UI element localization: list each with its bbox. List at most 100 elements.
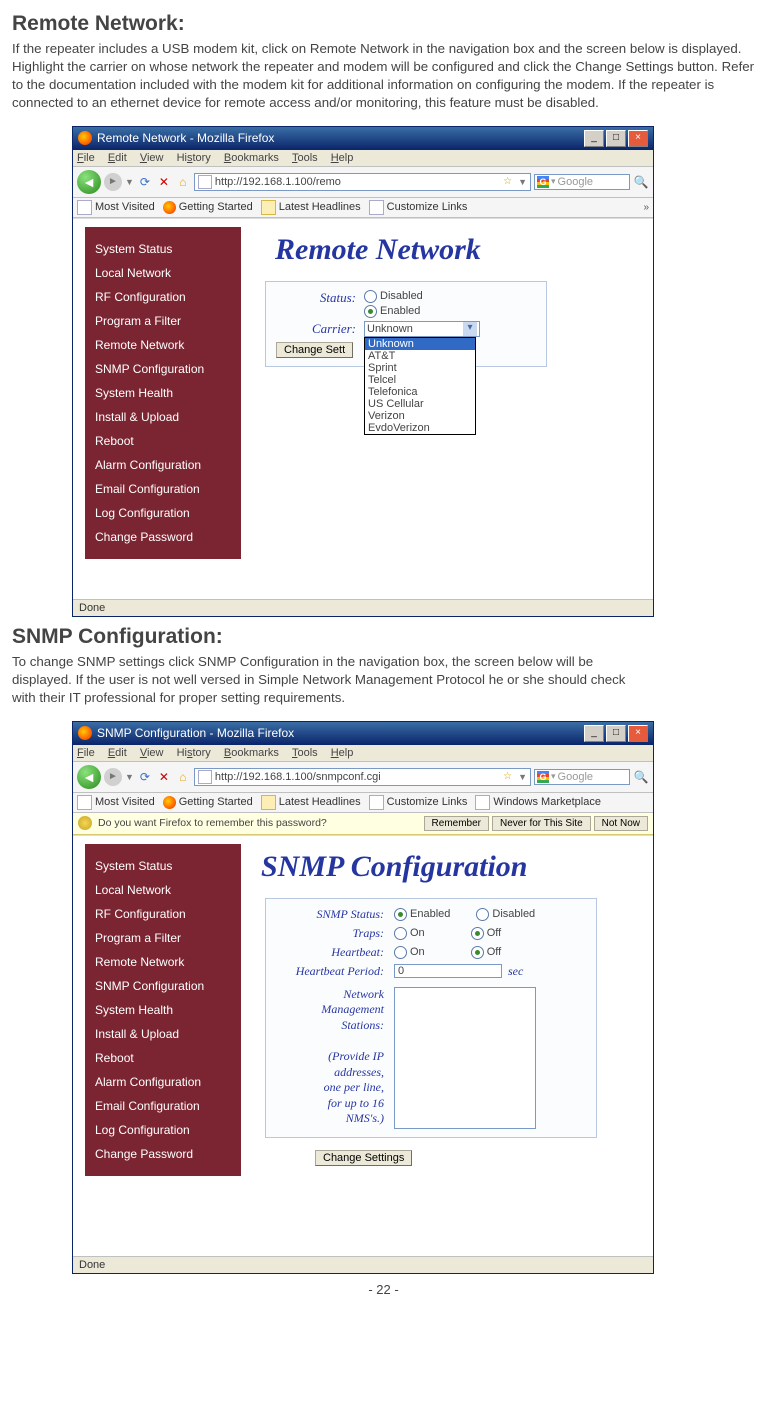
sidebar-item[interactable]: Program a Filter: [85, 309, 241, 333]
sidebar-item[interactable]: Remote Network: [85, 333, 241, 357]
back-button[interactable]: ◄: [77, 170, 101, 194]
home-button[interactable]: ⌂: [175, 174, 191, 190]
forward-button[interactable]: ►: [104, 173, 122, 191]
search-go-icon[interactable]: 🔍: [633, 769, 649, 785]
firefox-icon: [78, 131, 92, 145]
sidebar-item[interactable]: Log Configuration: [85, 1118, 241, 1142]
menu-history[interactable]: History: [177, 747, 211, 759]
sidebar-item[interactable]: Email Configuration: [85, 1094, 241, 1118]
url-bar[interactable]: http://192.168.1.100/remo ☆ ▼: [194, 173, 531, 191]
bm-getting-started[interactable]: Getting Started: [163, 796, 253, 809]
sidebar-item[interactable]: Alarm Configuration: [85, 1070, 241, 1094]
menu-file[interactable]: File: [77, 747, 95, 759]
minimize-button[interactable]: _: [584, 130, 604, 147]
carrier-option[interactable]: Sprint: [365, 362, 475, 374]
radio-snmp-enabled[interactable]: [394, 908, 407, 921]
carrier-option[interactable]: AT&T: [365, 350, 475, 362]
menu-help[interactable]: Help: [331, 152, 354, 164]
radio-heartbeat-on[interactable]: [394, 946, 407, 959]
forward-button[interactable]: ►: [104, 768, 122, 786]
change-settings-button[interactable]: Change Sett: [276, 342, 353, 358]
carrier-option[interactable]: US Cellular: [365, 398, 475, 410]
sidebar-item[interactable]: Log Configuration: [85, 501, 241, 525]
carrier-option[interactable]: Verizon: [365, 410, 475, 422]
menu-history[interactable]: History: [177, 152, 211, 164]
menu-bookmarks[interactable]: Bookmarks: [224, 747, 279, 759]
search-go-icon[interactable]: 🔍: [633, 174, 649, 190]
radio-traps-off[interactable]: [471, 927, 484, 940]
sidebar-item[interactable]: SNMP Configuration: [85, 357, 241, 381]
sidebar-item[interactable]: Local Network: [85, 261, 241, 285]
bm-getting-started[interactable]: Getting Started: [163, 201, 253, 214]
bookmark-star-icon[interactable]: ☆: [503, 771, 512, 782]
bm-customize-links[interactable]: Customize Links: [369, 200, 468, 215]
change-settings-button[interactable]: Change Settings: [315, 1150, 412, 1166]
sidebar-item[interactable]: Alarm Configuration: [85, 453, 241, 477]
sidebar-item[interactable]: Email Configuration: [85, 477, 241, 501]
sidebar-item[interactable]: Install & Upload: [85, 1022, 241, 1046]
bm-latest-headlines[interactable]: Latest Headlines: [261, 200, 361, 215]
sidebar-item[interactable]: Change Password: [85, 1142, 241, 1166]
sidebar-item[interactable]: System Status: [85, 237, 241, 261]
radio-traps-on[interactable]: [394, 927, 407, 940]
menu-edit[interactable]: Edit: [108, 152, 127, 164]
sidebar-item[interactable]: Reboot: [85, 1046, 241, 1070]
menu-help[interactable]: Help: [331, 747, 354, 759]
snmp-status-label: SNMP Status:: [276, 907, 394, 922]
home-button[interactable]: ⌂: [175, 769, 191, 785]
sidebar-item[interactable]: System Status: [85, 854, 241, 878]
sidebar-item[interactable]: Reboot: [85, 429, 241, 453]
sidebar-item[interactable]: SNMP Configuration: [85, 974, 241, 998]
reload-button[interactable]: ⟳: [137, 174, 153, 190]
sidebar-item[interactable]: Remote Network: [85, 950, 241, 974]
sidebar-item[interactable]: RF Configuration: [85, 285, 241, 309]
url-bar[interactable]: http://192.168.1.100/snmpconf.cgi ☆ ▼: [194, 768, 531, 786]
bookmark-star-icon[interactable]: ☆: [503, 176, 512, 187]
radio-heartbeat-off[interactable]: [471, 946, 484, 959]
not-now-button[interactable]: Not Now: [594, 816, 648, 831]
nms-textarea[interactable]: [394, 987, 536, 1129]
radio-disabled[interactable]: [364, 290, 377, 303]
bm-latest-headlines[interactable]: Latest Headlines: [261, 795, 361, 810]
menu-tools[interactable]: Tools: [292, 152, 318, 164]
close-button[interactable]: ×: [628, 130, 648, 147]
bm-customize-links[interactable]: Customize Links: [369, 795, 468, 810]
heartbeat-period-input[interactable]: 0: [394, 964, 502, 978]
sidebar-item[interactable]: Program a Filter: [85, 926, 241, 950]
sidebar-item[interactable]: RF Configuration: [85, 902, 241, 926]
sidebar-item[interactable]: Local Network: [85, 878, 241, 902]
menu-edit[interactable]: Edit: [108, 747, 127, 759]
menu-tools[interactable]: Tools: [292, 747, 318, 759]
minimize-button[interactable]: _: [584, 725, 604, 742]
search-box[interactable]: G ▾ Google: [534, 174, 630, 190]
menu-view[interactable]: View: [140, 747, 164, 759]
sidebar-item[interactable]: Change Password: [85, 525, 241, 549]
sidebar-item[interactable]: Install & Upload: [85, 405, 241, 429]
stop-button[interactable]: ✕: [156, 769, 172, 785]
maximize-button[interactable]: □: [606, 725, 626, 742]
radio-enabled[interactable]: [364, 305, 377, 318]
sidebar-item[interactable]: System Health: [85, 381, 241, 405]
bm-windows-marketplace[interactable]: Windows Marketplace: [475, 795, 601, 810]
carrier-option[interactable]: EvdoVerizon: [365, 422, 475, 434]
search-box[interactable]: G ▾ Google: [534, 769, 630, 785]
reload-button[interactable]: ⟳: [137, 769, 153, 785]
carrier-option[interactable]: Telcel: [365, 374, 475, 386]
carrier-select[interactable]: Unknown ▾: [364, 321, 480, 337]
menu-view[interactable]: View: [140, 152, 164, 164]
carrier-option[interactable]: Unknown: [365, 338, 475, 350]
radio-snmp-disabled[interactable]: [476, 908, 489, 921]
menu-file[interactable]: File: [77, 152, 95, 164]
back-button[interactable]: ◄: [77, 765, 101, 789]
carrier-option[interactable]: Telefonica: [365, 386, 475, 398]
maximize-button[interactable]: □: [606, 130, 626, 147]
never-button[interactable]: Never for This Site: [492, 816, 591, 831]
bookmarks-overflow-icon[interactable]: »: [643, 202, 649, 213]
sidebar-item[interactable]: System Health: [85, 998, 241, 1022]
menu-bookmarks[interactable]: Bookmarks: [224, 152, 279, 164]
bm-most-visited[interactable]: Most Visited: [77, 200, 155, 215]
close-button[interactable]: ×: [628, 725, 648, 742]
bm-most-visited[interactable]: Most Visited: [77, 795, 155, 810]
remember-button[interactable]: Remember: [424, 816, 489, 831]
stop-button[interactable]: ✕: [156, 174, 172, 190]
